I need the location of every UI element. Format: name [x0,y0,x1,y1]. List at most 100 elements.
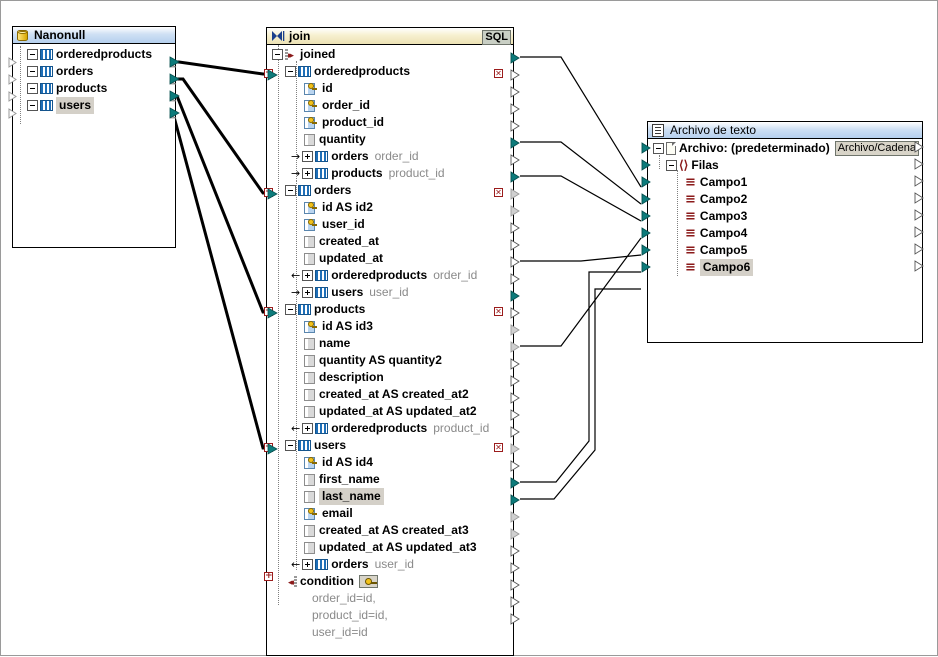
expander-plus-icon[interactable] [302,168,313,179]
target-input-port-4[interactable] [641,210,650,221]
target-input-port-2[interactable] [641,176,650,187]
join-output-port-31[interactable] [510,579,519,590]
remove-table-button[interactable]: ✕ [494,307,503,316]
join-row-orders[interactable]: orders [267,182,513,199]
join-row-field[interactable]: id AS id2 [267,199,513,216]
target-input-port-3[interactable] [641,193,650,204]
join-output-port-17[interactable] [510,341,519,352]
source-panel-header[interactable]: Nanonull [13,27,175,44]
target-row-field[interactable]: ≡ Campo2 [648,191,922,208]
join-output-port-8[interactable] [510,188,519,199]
join-output-port-15[interactable] [510,307,519,318]
source-input-port-users[interactable] [8,108,17,119]
target-row-field[interactable]: ≡ Campo6 [648,259,922,276]
mapping-canvas[interactable]: Nanonull orderedproducts orders products [0,0,938,656]
join-row-relation[interactable]: → products product_id [267,165,513,182]
join-input-port-orderedproducts[interactable] [267,69,276,80]
join-row-relation[interactable]: ← orderedproducts product_id [267,420,513,437]
target-input-port-0[interactable] [641,142,650,153]
join-row-field[interactable]: created_at AS created_at2 [267,386,513,403]
expander-plus-icon[interactable] [27,49,38,60]
add-input-button[interactable]: + [264,572,273,581]
expander-minus-icon[interactable] [285,440,296,451]
join-row-users[interactable]: users [267,437,513,454]
expander-minus-icon[interactable] [653,143,664,154]
join-output-port-0[interactable] [510,52,519,63]
join-row-field[interactable]: updated_at AS updated_at2 [267,403,513,420]
join-output-port-6[interactable] [510,154,519,165]
join-row-field[interactable]: name [267,335,513,352]
join-row-field[interactable]: description [267,369,513,386]
join-output-port-32[interactable] [510,596,519,607]
expander-plus-icon[interactable] [302,270,313,281]
expander-minus-icon[interactable] [285,304,296,315]
target-panel-header[interactable]: Archivo de texto [648,122,922,139]
target-output-port-0[interactable] [914,141,923,152]
join-output-port-26[interactable] [510,494,519,505]
join-row-joined[interactable]: joined [267,46,513,63]
join-row-field[interactable]: updated_at AS updated_at3 [267,539,513,556]
expander-plus-icon[interactable] [27,100,38,111]
join-row-field[interactable]: updated_at [267,250,513,267]
join-row-field[interactable]: email [267,505,513,522]
join-row-field[interactable]: first_name [267,471,513,488]
expander-plus-icon[interactable] [302,151,313,162]
target-output-port-1[interactable] [914,158,923,169]
target-output-port-2[interactable] [914,175,923,186]
expander-plus-icon[interactable] [27,83,38,94]
target-row-field[interactable]: ≡ Campo5 [648,242,922,259]
list-item[interactable]: users [13,97,175,114]
join-output-port-27[interactable] [510,511,519,522]
join-output-port-29[interactable] [510,545,519,556]
file-string-toggle[interactable]: Archivo/Cadena [835,141,919,156]
join-row-field[interactable]: quantity AS quantity2 [267,352,513,369]
list-item[interactable]: products [13,80,175,97]
target-output-port-6[interactable] [914,243,923,254]
join-output-port-28[interactable] [510,528,519,539]
join-output-port-33[interactable] [510,613,519,624]
target-input-port-5[interactable] [641,227,650,238]
join-row-products[interactable]: products [267,301,513,318]
join-output-port-24[interactable] [510,460,519,471]
join-row-field[interactable]: order_id [267,97,513,114]
join-output-port-2[interactable] [510,86,519,97]
join-row-relation[interactable]: → users user_id [267,284,513,301]
source-output-port-products[interactable] [169,90,178,101]
join-row-field[interactable]: quantity [267,131,513,148]
target-output-port-5[interactable] [914,226,923,237]
source-panel[interactable]: Nanonull orderedproducts orders products [12,26,176,248]
join-output-port-19[interactable] [510,375,519,386]
sql-badge[interactable]: SQL [482,30,511,45]
source-input-port-orderedproducts[interactable] [8,57,17,68]
join-row-field[interactable]: id [267,80,513,97]
remove-table-button[interactable]: ✕ [494,443,503,452]
expander-plus-icon[interactable] [302,287,313,298]
join-output-port-21[interactable] [510,409,519,420]
expander-plus-icon[interactable] [302,423,313,434]
join-input-port-products[interactable] [267,307,276,318]
source-output-port-users[interactable] [169,107,178,118]
condition-key-button[interactable] [359,575,378,588]
join-output-port-23[interactable] [510,443,519,454]
target-row-file[interactable]: Archivo: (predeterminado) Archivo/Cadena [648,140,922,157]
join-row-relation[interactable]: ← orders user_id [267,556,513,573]
join-row-orderedproducts[interactable]: orderedproducts [267,63,513,80]
join-row-field[interactable]: product_id [267,114,513,131]
target-input-port-6[interactable] [641,244,650,255]
target-output-port-4[interactable] [914,209,923,220]
join-output-port-16[interactable] [510,324,519,335]
target-row-field[interactable]: ≡ Campo3 [648,208,922,225]
target-row-rows[interactable]: ⟨⟩ Filas [648,157,922,174]
join-output-port-1[interactable] [510,69,519,80]
join-panel[interactable]: join SQL joined orderedproducts [266,27,514,656]
join-output-port-7[interactable] [510,171,519,182]
join-input-port-orders[interactable] [267,188,276,199]
join-row-field[interactable]: id AS id3 [267,318,513,335]
join-panel-header[interactable]: join SQL [267,28,513,45]
target-input-port-7[interactable] [641,261,650,272]
source-input-port-orders[interactable] [8,74,17,85]
target-row-field[interactable]: ≡ Campo4 [648,225,922,242]
target-output-port-7[interactable] [914,260,923,271]
expander-plus-icon[interactable] [302,559,313,570]
remove-table-button[interactable]: ✕ [494,188,503,197]
